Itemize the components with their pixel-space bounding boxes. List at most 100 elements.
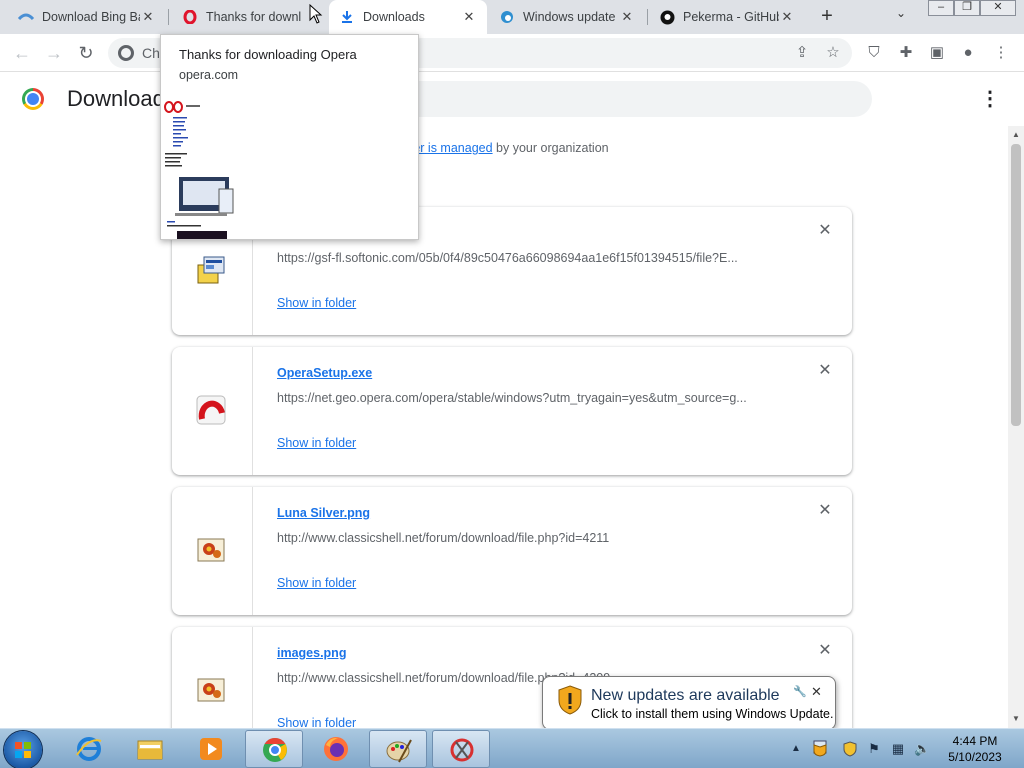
browser-toolbar: ← → ↻ Ch ⇪ ☆ ⛉ ✚ ▣ ● ⋮ — [0, 34, 1024, 72]
taskbar-snipping-tool[interactable] — [432, 730, 490, 768]
media-player-icon — [200, 738, 222, 760]
maximize-button[interactable]: ❐ — [954, 0, 980, 16]
taskbar-media-player[interactable] — [182, 730, 240, 768]
taskbar-internet-explorer[interactable] — [60, 730, 118, 768]
download-item: OperaSetup.exe https://net.geo.opera.com… — [172, 347, 852, 475]
tab-github[interactable]: Pekerma - GitHub ✕ — [649, 0, 805, 34]
mouse-cursor-icon — [309, 4, 323, 24]
close-window-button[interactable]: ✕ — [980, 0, 1016, 16]
taskbar-paint[interactable] — [369, 730, 427, 768]
bing-icon — [18, 9, 34, 25]
file-name[interactable]: images.png — [277, 646, 346, 660]
tab-search-icon[interactable]: ⌄ — [896, 6, 906, 20]
show-hidden-icons-button[interactable]: ▲ — [788, 741, 804, 757]
windows-logo-icon — [15, 742, 31, 758]
tab-thanks-opera[interactable]: Thanks for downl — [172, 0, 328, 34]
security-tray-icon[interactable] — [842, 741, 858, 757]
close-icon[interactable]: ✕ — [811, 684, 822, 700]
close-icon[interactable]: ✕ — [461, 9, 477, 25]
bookmark-star-icon[interactable]: ☆ — [823, 43, 843, 63]
system-clock[interactable]: 4:44 PM 5/10/2023 — [940, 733, 1010, 765]
clock-date: 5/10/2023 — [948, 750, 1002, 764]
tab-label: Downloads — [363, 10, 425, 24]
options-icon[interactable]: 🔧 — [793, 685, 807, 698]
file-url[interactable]: https://net.geo.opera.com/opera/stable/w… — [277, 391, 777, 405]
image-file-icon — [197, 678, 225, 702]
installer-icon — [197, 256, 225, 284]
page-scrollbar[interactable]: ▲ ▼ — [1008, 126, 1024, 728]
tab-label: Pekerma - GitHub — [683, 10, 779, 24]
icon-column — [172, 347, 253, 475]
profile-icon[interactable]: ● — [958, 43, 978, 63]
github-icon — [659, 9, 675, 25]
tab-label: Thanks for downl — [206, 10, 302, 24]
clock-time: 4:44 PM — [952, 734, 998, 748]
search-downloads-input[interactable] — [380, 81, 872, 117]
edge-icon — [499, 9, 515, 25]
show-in-folder-link[interactable]: Show in folder — [277, 576, 356, 590]
paint-icon — [386, 739, 412, 763]
remove-icon[interactable]: ✕ — [817, 643, 833, 659]
close-icon[interactable]: ✕ — [779, 9, 795, 25]
snipping-tool-icon — [450, 738, 474, 762]
tab-hover-card: Thanks for downloading Opera opera.com — [160, 34, 419, 240]
downloads-header: Downloads ⋮ — [0, 73, 1010, 125]
download-icon — [339, 9, 355, 25]
network-icon[interactable]: ▦ — [890, 741, 906, 757]
icon-column — [172, 487, 253, 615]
remove-icon[interactable]: ✕ — [817, 223, 833, 239]
managed-suffix: by your organization — [496, 141, 609, 155]
opera-installer-icon — [196, 395, 226, 425]
taskbar-file-explorer[interactable] — [121, 730, 179, 768]
start-button[interactable] — [4, 731, 42, 768]
more-actions-icon[interactable]: ⋮ — [980, 87, 1000, 111]
action-center-flag-icon[interactable]: ⚑ — [866, 741, 882, 757]
taskbar-chrome[interactable] — [245, 730, 303, 768]
windows-update-tray-icon[interactable] — [812, 739, 828, 757]
file-name[interactable]: Luna Silver.png — [277, 506, 370, 520]
hover-card-site: opera.com — [179, 68, 239, 82]
taskbar: ▲ ⚑ ▦ 🔈 4:44 PM 5/10/2023 — [0, 728, 1024, 768]
tab-windows-update[interactable]: Windows update ✕ — [489, 0, 645, 34]
reload-icon[interactable]: ↻ — [74, 41, 98, 65]
chrome-logo-icon — [22, 88, 44, 110]
file-url[interactable]: https://gsf-fl.softonic.com/05b/0f4/89c5… — [277, 251, 777, 265]
menu-icon[interactable]: ⋮ — [991, 43, 1011, 63]
file-url[interactable]: http://www.classicshell.net/forum/downlo… — [277, 531, 777, 545]
taskbar-firefox[interactable] — [307, 730, 365, 768]
image-file-icon — [197, 538, 225, 562]
warning-shield-icon — [558, 685, 582, 715]
tab-separator — [168, 9, 169, 25]
volume-icon[interactable]: 🔈 — [914, 741, 930, 757]
extensions-icon[interactable]: ✚ — [896, 43, 916, 63]
opera-icon — [182, 9, 198, 25]
forward-icon[interactable]: → — [42, 41, 66, 65]
show-in-folder-link[interactable]: Show in folder — [277, 436, 356, 450]
page-thumbnail-image — [163, 99, 239, 239]
remove-icon[interactable]: ✕ — [817, 363, 833, 379]
new-tab-button[interactable]: + — [816, 5, 838, 27]
scroll-thumb[interactable] — [1011, 144, 1021, 426]
remove-icon[interactable]: ✕ — [817, 503, 833, 519]
side-panel-icon[interactable]: ▣ — [927, 43, 947, 63]
close-icon[interactable]: ✕ — [619, 9, 635, 25]
windows-update-notification[interactable]: New updates are available Click to insta… — [542, 676, 836, 730]
tab-strip: Download Bing Ba ✕ Thanks for downl Down… — [0, 0, 1024, 34]
close-icon[interactable]: ✕ — [140, 9, 156, 25]
tab-download-bing[interactable]: Download Bing Ba ✕ — [8, 0, 166, 34]
tab-label: Download Bing Ba — [42, 10, 140, 24]
file-name[interactable]: OperaSetup.exe — [277, 366, 372, 380]
hover-card-title: Thanks for downloading Opera — [179, 47, 357, 62]
minimize-button[interactable]: – — [928, 0, 954, 16]
shield-extension-icon[interactable]: ⛉ — [864, 43, 884, 63]
show-in-folder-link[interactable]: Show in folder — [277, 296, 356, 310]
scroll-up-icon[interactable]: ▲ — [1012, 130, 1020, 139]
scroll-down-icon[interactable]: ▼ — [1012, 714, 1020, 723]
share-icon[interactable]: ⇪ — [792, 43, 812, 63]
notification-title: New updates are available — [591, 687, 780, 704]
back-icon[interactable]: ← — [10, 41, 34, 65]
notification-body: Click to install them using Windows Upda… — [591, 707, 834, 721]
firefox-icon — [324, 737, 348, 761]
chrome-icon — [263, 738, 287, 762]
tab-downloads[interactable]: Downloads ✕ — [329, 0, 487, 34]
